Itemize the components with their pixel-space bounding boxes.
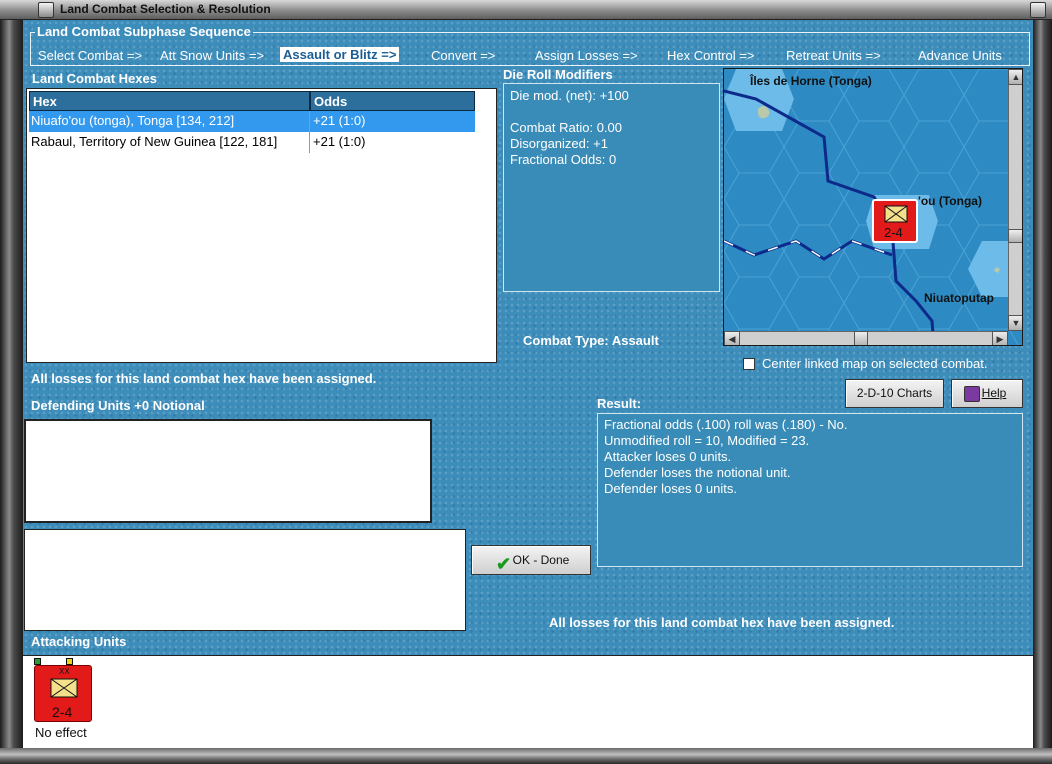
help-book-icon [964,386,980,402]
subphase-title: Land Combat Subphase Sequence [35,24,253,39]
close-window-button[interactable] [1030,2,1046,18]
map-scroll-down-arrow-icon[interactable]: ▼ [1008,315,1022,331]
result-title: Result: [597,396,642,411]
result-box: Fractional odds (.100) roll was (.180) -… [597,413,1023,567]
unit-status-yellow-icon [66,658,73,665]
infantry-symbol-icon [884,205,908,223]
ok-done-label: OK - Done [512,553,570,567]
hex-odds-cell: +21 (1:0) [313,113,366,128]
step-hex-control: Hex Control => [667,48,755,63]
die-roll-modifiers-title: Die Roll Modifiers [503,67,613,82]
linked-map[interactable]: Îles de Horne (Tonga) 'ou (Tonga) Niuato… [723,68,1023,346]
map-unit-counter[interactable]: 2-4 [872,199,918,243]
map-horizontal-scroll-thumb[interactable] [854,331,868,345]
map-label-niuafoou: 'ou (Tonga) [918,194,982,208]
hex-odds-cell: +21 (1:0) [313,134,366,149]
hex-row[interactable]: Rabaul, Territory of New Guinea [122, 18… [29,132,475,153]
step-advance-units: Advance Units [918,48,1002,63]
hex-name-cell: Niuafo'ou (tonga), Tonga [134, 212] [31,113,235,128]
hex-name-cell: Rabaul, Territory of New Guinea [122, 18… [31,134,278,149]
fractional-odds-mod: Fractional Odds: 0 [510,152,617,167]
combat-ratio: Combat Ratio: 0.00 [510,120,623,135]
land-combat-hexes-table: Hex Odds Niuafo'ou (tonga), Tonga [134, … [26,88,497,363]
window-frame-right [1033,20,1052,748]
attacking-units-panel: XX 2-4 No effect [23,655,1033,748]
subphase-sequence: Land Combat Subphase Sequence Select Com… [30,24,1030,66]
die-mod-net: Die mod. (net): +100 [510,88,629,103]
center-linked-map-checkbox[interactable] [743,358,755,370]
step-assign-losses: Assign Losses => [535,48,638,63]
dialog-body: Land Combat Subphase Sequence Select Com… [23,20,1033,748]
result-line: Unmodified roll = 10, Modified = 23. [604,433,810,448]
window-frame-left [0,20,23,748]
attacking-unit-counter[interactable]: XX 2-4 [34,665,92,722]
charts-button[interactable]: 2-D-10 Charts [845,379,944,408]
attacking-units-title: Attacking Units [31,634,127,649]
defending-units-detail [24,529,466,631]
column-header-odds[interactable]: Odds [310,91,475,111]
defending-units-title: Defending Units +0 Notional [31,398,205,413]
map-label-niuatoputapu: Niuatoputap [924,291,994,305]
help-button[interactable]: Help [951,379,1023,408]
window-title: Land Combat Selection & Resolution [60,2,271,16]
step-convert: Convert => [431,48,496,63]
map-label-iles-de-horne: Îles de Horne (Tonga) [749,73,872,88]
map-scroll-right-arrow-icon[interactable]: ▶ [992,331,1008,345]
ok-done-button[interactable]: ✔ OK - Done [471,545,591,575]
die-roll-modifiers-box: Die mod. (net): +100 Combat Ratio: 0.00 … [503,83,720,292]
infantry-symbol-icon [50,678,78,698]
defending-units-list[interactable] [24,419,432,523]
step-select-combat: Select Combat => [38,48,143,63]
step-att-snow-units: Att Snow Units => [160,48,265,63]
result-line: Attacker loses 0 units. [604,449,732,464]
result-line: Defender loses the notional unit. [604,465,791,480]
map-scroll-up-arrow-icon[interactable]: ▲ [1008,69,1022,85]
map-vertical-scrollbar[interactable] [1008,69,1022,331]
losses-assigned-message: All losses for this land combat hex have… [31,371,377,386]
result-line: Fractional odds (.100) roll was (.180) -… [604,417,848,432]
map-unit-strength: 2-4 [884,225,903,240]
unit-status-green-icon [34,658,41,665]
disorganized-mod: Disorganized: +1 [510,136,608,151]
step-assault-or-blitz: Assault or Blitz => [280,47,400,62]
column-header-hex[interactable]: Hex [29,91,310,111]
checkmark-icon: ✔ [496,554,512,574]
unit-status-text: No effect [35,725,87,740]
map-vertical-scroll-thumb[interactable] [1008,229,1022,243]
title-bar: Land Combat Selection & Resolution [0,0,1052,20]
step-retreat-units: Retreat Units => [786,48,881,63]
unit-size: XX [59,667,70,676]
unit-strength: 2-4 [52,704,73,720]
hex-row[interactable]: Niuafo'ou (tonga), Tonga [134, 212] +21 … [29,111,475,132]
window-frame-bottom [0,748,1052,764]
help-button-label: Help [981,386,1007,400]
system-menu-button[interactable] [38,2,54,18]
combat-type: Combat Type: Assault [523,333,659,348]
bottom-losses-message: All losses for this land combat hex have… [549,615,895,630]
land-combat-hexes-title: Land Combat Hexes [32,71,157,86]
result-line: Defender loses 0 units. [604,481,737,496]
center-linked-map-label: Center linked map on selected combat. [762,356,988,371]
map-scroll-left-arrow-icon[interactable]: ◀ [724,331,740,345]
